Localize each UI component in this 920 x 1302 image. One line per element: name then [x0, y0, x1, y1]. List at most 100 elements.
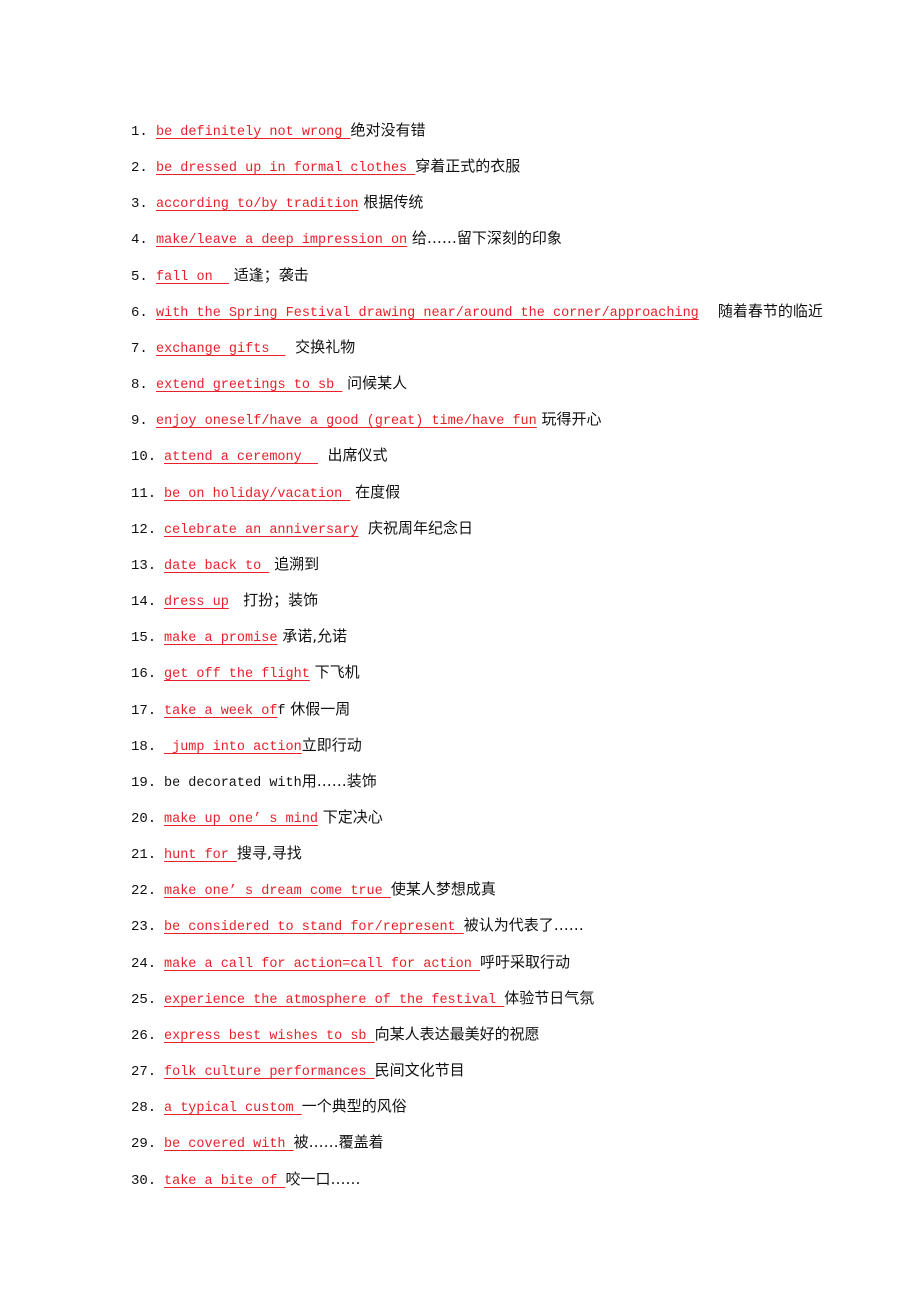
item-number: 1.	[131, 124, 148, 140]
item-number: 27.	[131, 1064, 157, 1081]
item-number: 8.	[131, 377, 148, 394]
item-number: 22.	[131, 883, 157, 900]
list-item: 27. folk culture performances 民间文化节目	[131, 1059, 823, 1095]
list-item: 19. be decorated with用……装饰	[131, 770, 823, 806]
item-number: 16.	[131, 666, 157, 683]
english-phrase: dress up	[164, 595, 229, 611]
item-number: 28.	[131, 1100, 157, 1117]
english-phrase: be definitely not wrong	[156, 125, 351, 140]
item-number: 29.	[131, 1136, 157, 1153]
english-phrase: exchange gifts	[156, 341, 286, 357]
chinese-meaning: 被……覆盖着	[293, 1133, 384, 1152]
english-phrase: attend a ceremony	[164, 450, 318, 466]
item-number: 25.	[131, 991, 157, 1008]
list-item: 8. extend greetings to sb 问候某人	[131, 372, 823, 408]
english-phrase: get off the flight	[164, 667, 310, 683]
chinese-meaning: 给……留下深刻的印象	[407, 229, 562, 248]
item-number: 18.	[131, 738, 157, 755]
item-number: 23.	[131, 919, 157, 936]
chinese-meaning: 立即行动	[301, 735, 362, 754]
list-item: 29. be covered with 被……覆盖着	[131, 1131, 823, 1167]
english-phrase: with the Spring Festival drawing near/ar…	[156, 305, 699, 321]
item-number: 20.	[131, 810, 157, 827]
list-item: 2. be dressed up in formal clothes 穿着正式的衣…	[131, 155, 823, 191]
item-number: 10.	[131, 449, 157, 466]
list-item: 24. make a call for action=call for actio…	[131, 951, 823, 987]
english-phrase: take a week of	[164, 703, 278, 719]
chinese-meaning: 承诺,允诺	[277, 627, 347, 646]
english-phrase: express best wishes to sb	[164, 1028, 375, 1044]
english-phrase: according to/by tradition	[156, 197, 359, 213]
list-item: 7. exchange gifts 交换礼物	[131, 336, 823, 372]
list-item: 26. express best wishes to sb 向某人表达最美好的祝愿	[131, 1023, 823, 1059]
chinese-meaning: 庆祝周年纪念日	[358, 518, 473, 537]
item-number: 14.	[131, 594, 157, 611]
english-phrase: celebrate an anniversary	[164, 522, 359, 538]
item-number: 12.	[131, 521, 157, 538]
list-item: 25. experience the atmosphere of the fest…	[131, 987, 823, 1023]
item-number: 6.	[131, 304, 148, 321]
chinese-meaning: 在度假	[350, 482, 401, 501]
english-phrase: extend greetings to sb	[156, 378, 343, 394]
item-number: 24.	[131, 955, 157, 972]
english-phrase: make a promise	[164, 631, 278, 647]
english-phrase: folk culture performances	[164, 1065, 375, 1081]
list-item: 18. jump into action立即行动	[131, 734, 823, 770]
chinese-meaning: 休假一周	[285, 699, 351, 718]
list-item: 23. be considered to stand for/represent …	[131, 914, 823, 950]
list-item: 30. take a bite of 咬一口……	[131, 1168, 823, 1204]
chinese-meaning: 使某人梦想成真	[390, 880, 496, 899]
chinese-meaning: 民间文化节目	[374, 1061, 465, 1080]
item-number: 19.	[131, 774, 157, 791]
item-number: 4.	[131, 232, 148, 249]
chinese-meaning: 向某人表达最美好的祝愿	[374, 1024, 540, 1043]
item-number: 9.	[131, 413, 148, 430]
chinese-meaning: 适逢；袭击	[228, 265, 309, 284]
chinese-meaning: 追溯到	[269, 554, 320, 573]
item-number: 17.	[131, 702, 157, 719]
english-phrase-tail: f	[277, 703, 286, 719]
chinese-meaning: 随着春节的临近	[698, 301, 823, 320]
english-phrase: be covered with	[164, 1137, 294, 1153]
list-item: 10. attend a ceremony 出席仪式	[131, 444, 823, 480]
item-number: 30.	[131, 1172, 157, 1189]
list-item: 21. hunt for 搜寻,寻找	[131, 842, 823, 878]
item-number: 26.	[131, 1027, 157, 1044]
list-item: 5. fall on 适逢；袭击	[131, 264, 823, 300]
english-phrase: be considered to stand for/represent	[164, 920, 464, 936]
list-item: 28. a typical custom 一个典型的风俗	[131, 1095, 823, 1131]
list-item: 12. celebrate an anniversary 庆祝周年纪念日	[131, 517, 823, 553]
english-phrase: make up one’ s mind	[164, 811, 318, 827]
list-item: 3. according to/by tradition 根据传统	[131, 191, 823, 227]
english-phrase: date back to	[164, 558, 270, 574]
item-number: 11.	[131, 485, 157, 502]
item-number: 13.	[131, 557, 157, 574]
english-phrase: a typical custom	[164, 1101, 302, 1117]
chinese-meaning: 打扮；装饰	[228, 591, 319, 610]
item-number: 5.	[131, 268, 148, 285]
chinese-meaning: 出席仪式	[317, 446, 388, 465]
item-number: 21.	[131, 847, 157, 864]
chinese-meaning: 下飞机	[309, 663, 360, 682]
chinese-meaning: 搜寻,寻找	[236, 844, 302, 863]
chinese-meaning: 呼吁采取行动	[479, 952, 570, 971]
list-item: 9. enjoy oneself/have a good (great) time…	[131, 408, 823, 444]
chinese-meaning: 根据传统	[358, 193, 424, 212]
item-number: 15.	[131, 630, 157, 647]
english-phrase: jump into action	[164, 739, 302, 755]
chinese-meaning: 下定决心	[317, 807, 383, 826]
item-number: 3.	[131, 196, 148, 213]
chinese-meaning: 交换礼物	[285, 337, 356, 356]
english-phrase: take a bite of	[164, 1173, 286, 1189]
english-phrase: make one’ s dream come true	[164, 884, 391, 900]
chinese-meaning: 咬一口……	[285, 1169, 361, 1188]
chinese-meaning: 体验节日气氛	[504, 988, 595, 1007]
list-item: 14. dress up 打扮；装饰	[131, 589, 823, 625]
list-item: 17. take a week off 休假一周	[131, 698, 823, 734]
english-phrase: be dressed up in formal clothes	[156, 161, 416, 177]
chinese-meaning: 一个典型的风俗	[301, 1097, 407, 1116]
list-item: 22. make one’ s dream come true 使某人梦想成真	[131, 878, 823, 914]
item-number: 7.	[131, 340, 148, 357]
list-item: 4. make/leave a deep impression on 给……留下深…	[131, 227, 823, 263]
list-item: 1. be definitely not wrong 绝对没有错	[131, 119, 823, 155]
